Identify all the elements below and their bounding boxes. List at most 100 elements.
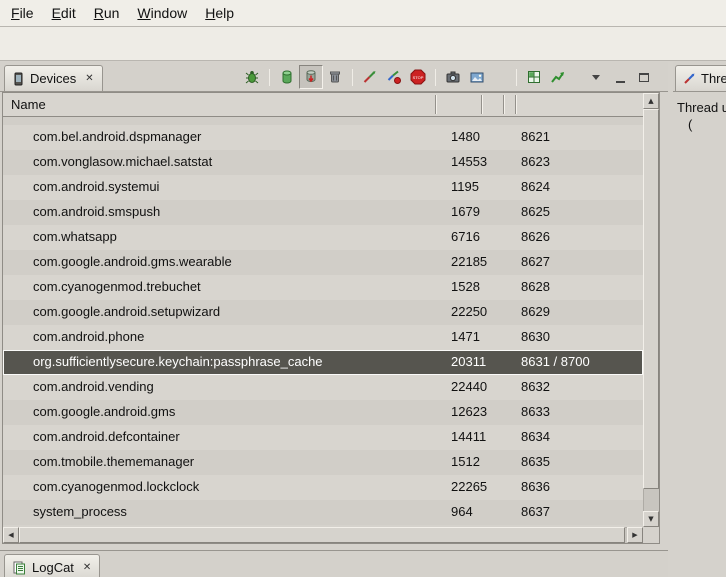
cell-name: com.bel.android.dspmanager — [33, 129, 201, 144]
cell-port: 8624 — [521, 179, 550, 194]
minimize-icon[interactable] — [608, 65, 632, 89]
cell-pid: 14553 — [451, 154, 487, 169]
scroll-right-button[interactable]: ▶ — [627, 527, 643, 543]
cell-port: 8628 — [521, 279, 550, 294]
toolbar-separator — [269, 69, 270, 86]
vertical-scroll-thumb[interactable] — [643, 109, 659, 489]
table-row[interactable]: com.google.android.gms 12623 8633 — [3, 400, 643, 425]
sysinfo-icon[interactable] — [522, 65, 546, 89]
tab-devices[interactable]: Devices ✕ — [4, 65, 103, 91]
cell-port: 8632 — [521, 379, 550, 394]
cell-pid: 1512 — [451, 454, 480, 469]
menu-window[interactable]: Window — [128, 1, 196, 25]
cell-port: 8633 — [521, 404, 550, 419]
cell-name: com.google.android.gms.wearable — [33, 254, 232, 269]
table-row[interactable]: com.android.defcontainer 14411 8634 — [3, 425, 643, 450]
menu-run[interactable]: Run — [85, 1, 129, 25]
cell-name: com.cyanogenmod.lockclock — [33, 479, 199, 494]
cell-pid: 1471 — [451, 329, 480, 344]
tab-logcat[interactable]: LogCat ✕ — [4, 554, 100, 577]
method-profiling-icon[interactable] — [382, 65, 406, 89]
cause-gc-icon[interactable] — [323, 65, 347, 89]
cell-pid: 1480 — [451, 129, 480, 144]
maximize-icon[interactable] — [632, 65, 656, 89]
update-heap-icon[interactable] — [275, 65, 299, 89]
vertical-scrollbar[interactable]: ▲ ▼ — [643, 93, 659, 527]
toolbar-separator — [435, 69, 436, 86]
cell-pid: 22250 — [451, 304, 487, 319]
column-divider[interactable] — [515, 95, 517, 114]
devices-tabbar: Devices ✕ STOP — [0, 62, 668, 92]
debug-process-icon[interactable] — [240, 65, 264, 89]
device-icon — [12, 72, 25, 86]
toolbar-separator — [352, 69, 353, 86]
menu-bar: File Edit Run Window Help — [0, 0, 726, 27]
scroll-up-button[interactable]: ▲ — [643, 93, 659, 109]
table-row[interactable]: com.android.vending 22440 8632 — [3, 375, 643, 400]
tab-threads-label: Threads — [701, 71, 726, 86]
tab-devices-label: Devices — [30, 71, 76, 86]
cell-port: 8635 — [521, 454, 550, 469]
table-row[interactable]: com.android.systemui 1195 8624 — [3, 175, 643, 200]
threads-message: Thread up ( — [673, 92, 726, 577]
menu-help[interactable]: Help — [196, 1, 243, 25]
table-row[interactable]: com.android.phone 1471 8630 — [3, 325, 643, 350]
cell-pid: 22265 — [451, 479, 487, 494]
cell-port: 8637 — [521, 504, 550, 519]
screen-capture-icon[interactable] — [441, 65, 465, 89]
dump-hprof-icon[interactable] — [299, 65, 323, 89]
cell-name: com.google.android.setupwizard — [33, 304, 220, 319]
cell-name: com.tmobile.thememanager — [33, 454, 194, 469]
cell-pid: 1528 — [451, 279, 480, 294]
table-row[interactable]: com.tmobile.thememanager 1512 8635 — [3, 450, 643, 475]
column-divider[interactable] — [503, 95, 505, 114]
view-menu-icon[interactable] — [584, 65, 608, 89]
close-icon[interactable]: ✕ — [84, 73, 94, 84]
table-row[interactable]: com.google.android.setupwizard 22250 862… — [3, 300, 643, 325]
clipped-row — [3, 117, 643, 125]
table-header[interactable]: Name — [3, 93, 643, 117]
tracing-icon[interactable] — [546, 65, 570, 89]
table-row[interactable]: com.cyanogenmod.trebuchet 1528 8628 — [3, 275, 643, 300]
cell-pid: 6716 — [451, 229, 480, 244]
cell-port: 8626 — [521, 229, 550, 244]
threads-icon — [683, 72, 696, 85]
tab-threads[interactable]: Threads — [675, 65, 726, 91]
cell-name: com.android.phone — [33, 329, 144, 344]
logcat-icon — [12, 561, 27, 575]
menu-edit[interactable]: Edit — [43, 1, 85, 25]
logcat-view: LogCat ✕ — [0, 550, 668, 577]
table-row[interactable]: org.sufficientlysecure.keychain:passphra… — [3, 350, 643, 375]
close-icon[interactable]: ✕ — [82, 562, 92, 573]
threads-view: Threads Thread up ( — [673, 62, 726, 577]
table-row[interactable]: com.vonglasow.michael.satstat 14553 8623 — [3, 150, 643, 175]
process-table: com.bel.android.dspmanager 1480 8621 com… — [3, 117, 643, 527]
scroll-down-button[interactable]: ▼ — [643, 511, 659, 527]
screen-record-icon[interactable] — [465, 65, 489, 89]
cell-pid: 22440 — [451, 379, 487, 394]
table-row[interactable]: com.bel.android.dspmanager 1480 8621 — [3, 125, 643, 150]
column-divider[interactable] — [481, 95, 483, 114]
horizontal-scroll-thumb[interactable] — [19, 527, 625, 543]
scroll-left-button[interactable]: ◀ — [3, 527, 19, 543]
table-row[interactable]: com.android.smspush 1679 8625 — [3, 200, 643, 225]
cell-name: com.cyanogenmod.trebuchet — [33, 279, 201, 294]
svg-text:STOP: STOP — [413, 75, 424, 80]
column-divider[interactable] — [435, 95, 437, 114]
horizontal-scrollbar[interactable]: ◀ ▶ — [3, 527, 643, 543]
table-row[interactable]: system_process 964 8637 — [3, 500, 643, 525]
cell-name: org.sufficientlysecure.keychain:passphra… — [33, 354, 323, 369]
menu-file[interactable]: File — [2, 1, 43, 25]
table-row[interactable]: com.cyanogenmod.lockclock 22265 8636 — [3, 475, 643, 500]
name-column-header[interactable]: Name — [11, 97, 46, 112]
update-threads-icon[interactable] — [358, 65, 382, 89]
devices-view-toolbar: STOP — [240, 65, 656, 89]
toolbar-separator — [516, 69, 517, 86]
cell-port: 8621 — [521, 129, 550, 144]
table-row[interactable]: com.google.android.gms.wearable 22185 86… — [3, 250, 643, 275]
cell-pid: 1195 — [451, 179, 479, 194]
cell-name: system_process — [33, 504, 127, 519]
stop-process-icon[interactable]: STOP — [406, 65, 430, 89]
table-row[interactable]: com.whatsapp 6716 8626 — [3, 225, 643, 250]
cell-name: com.android.vending — [33, 379, 154, 394]
